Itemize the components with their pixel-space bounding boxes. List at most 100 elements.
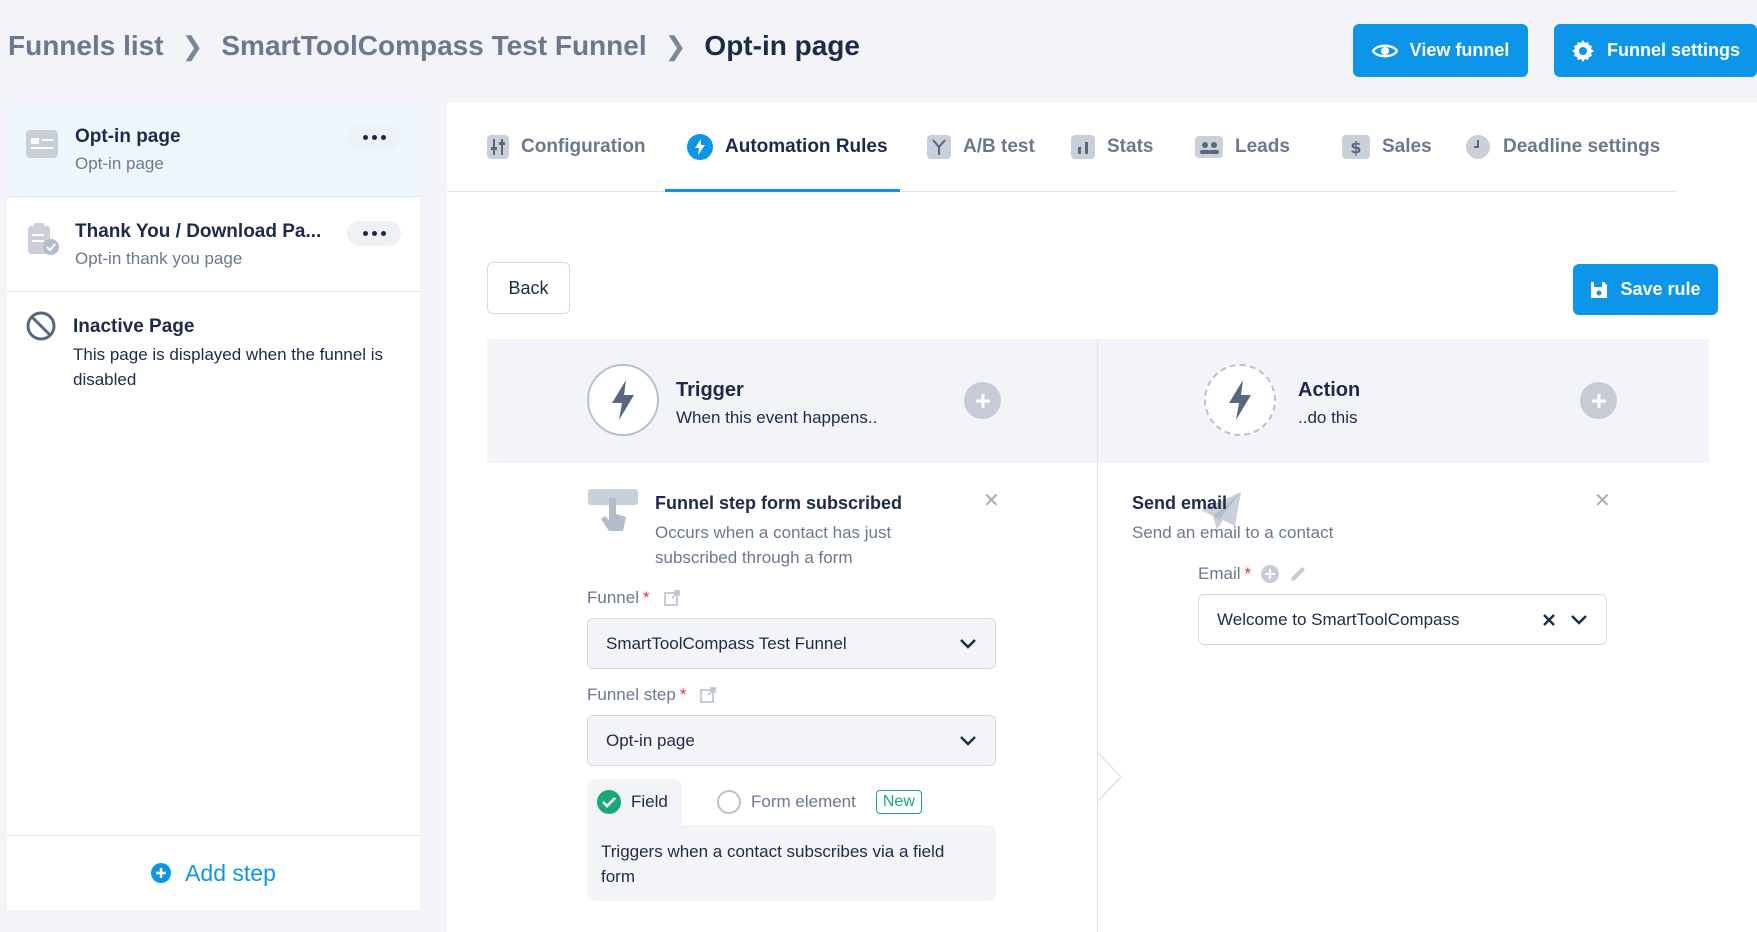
check-circle-icon xyxy=(597,790,621,814)
add-trigger-button[interactable] xyxy=(964,382,1001,419)
arrow-connector xyxy=(1097,752,1123,802)
tab-label: Stats xyxy=(1107,136,1154,157)
trigger-title: Trigger xyxy=(676,379,744,401)
bolt-icon xyxy=(687,134,713,160)
tab-automation-rules[interactable]: Automation Rules xyxy=(687,102,888,192)
option-field-label: Field xyxy=(631,792,668,811)
active-tab-indicator xyxy=(665,189,900,192)
more-options-button[interactable] xyxy=(347,125,401,150)
page-icon xyxy=(26,130,58,158)
tab-leads[interactable]: Leads xyxy=(1195,102,1290,192)
tab-label: Leads xyxy=(1235,136,1290,157)
external-link-icon[interactable] xyxy=(700,687,717,703)
remove-action-icon[interactable]: ✕ xyxy=(1594,488,1611,513)
plus-circle-icon xyxy=(151,863,172,883)
external-link-icon[interactable] xyxy=(663,590,680,606)
main-panel: Configuration Automation Rules A/B test … xyxy=(447,102,1757,932)
tab-label: Deadline settings xyxy=(1503,136,1661,157)
save-rule-button[interactable]: Save rule xyxy=(1573,264,1718,315)
plus-icon xyxy=(1591,393,1606,408)
plus-circle-icon[interactable] xyxy=(1261,565,1280,583)
tab-label: Automation Rules xyxy=(725,136,888,157)
gear-icon xyxy=(1571,39,1594,62)
eye-icon xyxy=(1371,44,1398,57)
trigger-subtitle: When this event happens.. xyxy=(676,408,878,427)
trigger-card-title: Funnel step form subscribed xyxy=(655,493,903,513)
pencil-icon[interactable] xyxy=(1289,565,1307,583)
option-form-label: Form element xyxy=(751,792,856,811)
sliders-icon xyxy=(487,135,509,159)
chevron-down-icon xyxy=(960,638,976,649)
funnel-steps-sidebar: Opt-in page Opt-in page Thank You / Down… xyxy=(7,102,420,910)
tab-stats[interactable]: Stats xyxy=(1071,102,1153,192)
clipboard-check-icon xyxy=(28,223,59,255)
clock-icon xyxy=(1466,135,1490,159)
remove-trigger-icon[interactable]: ✕ xyxy=(983,488,1000,513)
funnel-step-field-label: Funnel step * xyxy=(587,685,717,705)
bar-chart-icon xyxy=(1071,135,1095,159)
view-funnel-label: View funnel xyxy=(1409,40,1510,60)
chevron-down-icon xyxy=(960,735,976,746)
new-badge: New xyxy=(875,790,922,814)
action-subtitle: ..do this xyxy=(1298,408,1358,427)
email-field-label: Email * xyxy=(1198,564,1307,584)
view-funnel-button[interactable]: View funnel xyxy=(1353,24,1528,77)
funnel-settings-button[interactable]: Funnel settings xyxy=(1554,24,1757,77)
email-select[interactable]: Welcome to SmartToolCompass xyxy=(1198,594,1607,645)
hand-pointer-icon xyxy=(588,489,638,531)
add-step-label: Add step xyxy=(185,859,276,886)
tab-label: A/B test xyxy=(963,136,1035,157)
clear-icon[interactable] xyxy=(1542,613,1556,627)
radio-empty-icon xyxy=(717,790,741,814)
floppy-disk-icon xyxy=(1591,281,1608,298)
column-divider xyxy=(1097,339,1098,932)
funnel-select-value: SmartToolCompass Test Funnel xyxy=(606,633,847,653)
sidebar-item-inactive-title[interactable]: Inactive Page xyxy=(73,316,194,338)
action-card-description: Send an email to a contact xyxy=(1132,523,1334,542)
sidebar-item-subtitle: Opt-in thank you page xyxy=(75,249,243,268)
save-rule-label: Save rule xyxy=(1620,279,1701,299)
breadcrumb-funnels-list[interactable]: Funnels list xyxy=(8,30,164,62)
tab-label: Sales xyxy=(1382,136,1432,157)
split-icon xyxy=(927,135,951,159)
back-button[interactable]: Back xyxy=(487,262,570,314)
action-bolt-icon xyxy=(1204,364,1276,436)
tab-configuration[interactable]: Configuration xyxy=(487,102,646,192)
sidebar-item-opt-in-page[interactable]: Opt-in page Opt-in page xyxy=(7,102,420,197)
dollar-icon: $ xyxy=(1342,135,1370,159)
action-title: Action xyxy=(1298,379,1361,401)
trigger-bolt-icon xyxy=(587,364,659,436)
tab-sales[interactable]: $ Sales xyxy=(1342,102,1432,192)
breadcrumb-funnel[interactable]: SmartToolCompass Test Funnel xyxy=(221,30,646,62)
add-action-button[interactable] xyxy=(1580,382,1617,419)
more-options-button[interactable] xyxy=(347,221,401,246)
page-title: Opt-in page xyxy=(704,30,860,61)
email-select-value: Welcome to SmartToolCompass xyxy=(1217,609,1460,629)
block-icon xyxy=(26,311,56,341)
option-form-element-radio[interactable]: Form element New xyxy=(717,790,922,814)
breadcrumb: Funnels list ❯ SmartToolCompass Test Fun… xyxy=(8,30,860,62)
sidebar-item-title: Opt-in page xyxy=(75,126,181,147)
option-field-radio[interactable]: Field xyxy=(587,779,682,825)
tab-ab-test[interactable]: A/B test xyxy=(927,102,1035,192)
chevron-right-icon: ❯ xyxy=(664,30,687,61)
tab-deadline-settings[interactable]: Deadline settings xyxy=(1465,102,1660,192)
tab-label: Configuration xyxy=(521,136,646,157)
funnel-step-select-value: Opt-in page xyxy=(606,730,695,750)
chevron-down-icon xyxy=(1571,614,1587,625)
sidebar-item-subtitle: Opt-in page xyxy=(75,154,164,173)
rule-header xyxy=(487,339,1709,463)
tab-bar: Configuration Automation Rules A/B test … xyxy=(447,102,1677,192)
trigger-type-options: Field Form element New xyxy=(587,779,922,825)
funnel-step-select[interactable]: Opt-in page xyxy=(587,715,996,766)
funnel-select[interactable]: SmartToolCompass Test Funnel xyxy=(587,618,996,669)
plus-icon xyxy=(975,393,990,408)
sidebar-item-thank-you[interactable]: Thank You / Download Pa... Opt-in thank … xyxy=(7,197,420,292)
funnel-field-label: Funnel * xyxy=(587,588,680,608)
add-step-button[interactable]: Add step xyxy=(7,835,420,910)
trigger-card-description: Occurs when a contact has just subscribe… xyxy=(655,523,892,567)
action-card-title: Send email xyxy=(1132,493,1228,513)
sidebar-item-title: Thank You / Download Pa... xyxy=(75,221,322,242)
chevron-right-icon: ❯ xyxy=(181,30,204,61)
field-help-text: Triggers when a contact subscribes via a… xyxy=(587,825,996,901)
